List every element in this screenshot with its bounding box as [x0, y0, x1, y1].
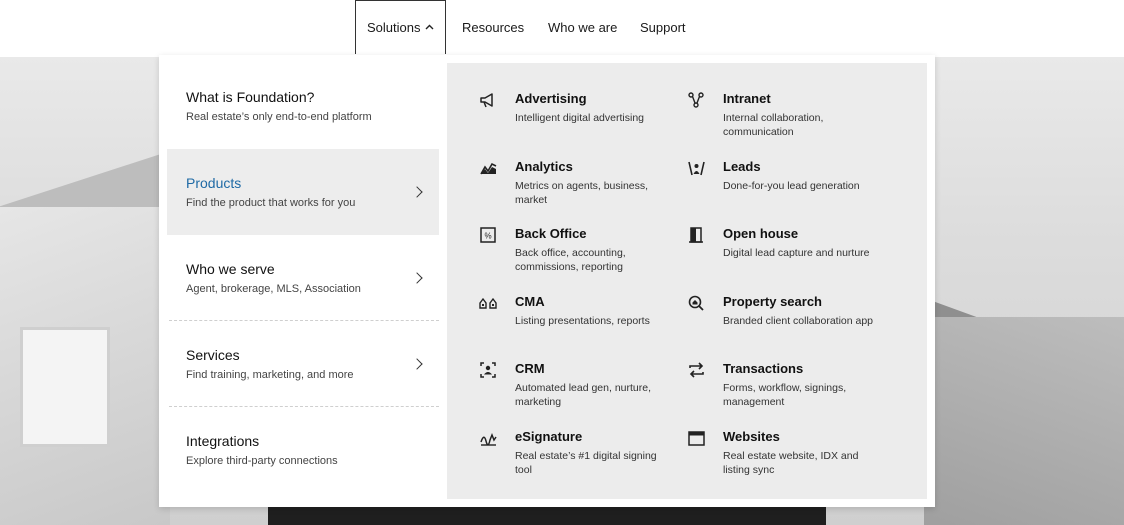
product-title: Intranet: [723, 91, 771, 106]
product-title: CMA: [515, 294, 545, 309]
house-right: [924, 317, 1124, 525]
menu-item-title: Services: [186, 347, 240, 363]
menu-item-subtitle: Explore third-party connections: [186, 455, 338, 467]
product-description: Metrics on agents, business, market: [515, 180, 649, 206]
product-title: Back Office: [515, 226, 587, 241]
nav-support[interactable]: Support: [640, 0, 686, 54]
product-description: Done-for-you lead generation: [723, 180, 860, 192]
product-title: Advertising: [515, 91, 587, 106]
house-window: [20, 327, 110, 447]
menu-item-services[interactable]: Services Find training, marketing, and m…: [167, 321, 439, 407]
solutions-dropdown: What is Foundation? Real estate’s only e…: [159, 55, 935, 507]
door-icon: [687, 226, 705, 244]
menu-item-title: Products: [186, 175, 242, 191]
chevron-up-icon: [425, 22, 434, 33]
product-description: Listing presentations, reports: [515, 315, 650, 327]
menu-item-subtitle: Agent, brokerage, MLS, Association: [186, 283, 361, 295]
network-icon: [687, 91, 705, 109]
menu-item-title: Who we serve: [186, 261, 275, 277]
product-description: Intelligent digital advertising: [515, 112, 644, 124]
menu-item-integrations[interactable]: Integrations Explore third-party connect…: [167, 407, 439, 493]
product-description: Branded client collaboration app: [723, 315, 874, 327]
product-title: Transactions: [723, 361, 804, 376]
leads-icon: [687, 159, 705, 177]
top-navigation: Solutions Resources Who we are Support: [0, 0, 1124, 57]
home-search-icon: [687, 294, 705, 312]
product-description: Automated lead gen, nurture, marketing: [515, 382, 652, 408]
percent-doc-icon: %: [479, 226, 497, 244]
menu-item-who-we-serve[interactable]: Who we serve Agent, brokerage, MLS, Asso…: [167, 235, 439, 321]
menu-item-what-is-foundation[interactable]: What is Foundation? Real estate’s only e…: [167, 63, 439, 149]
product-title: Leads: [723, 159, 761, 174]
menu-item-subtitle: Find the product that works for you: [186, 197, 356, 209]
product-description: Digital lead capture and nurture: [723, 247, 870, 259]
menu-item-subtitle: Real estate’s only end-to-end platform: [186, 111, 372, 123]
menu-item-title: What is Foundation?: [186, 89, 315, 105]
product-title: Websites: [723, 429, 780, 444]
nav-support-label: Support: [640, 19, 686, 35]
product-title: Analytics: [515, 159, 573, 174]
product-description: Forms, workflow, signings, management: [723, 382, 847, 408]
contact-icon: [479, 361, 497, 379]
product-description: Back office, accounting, commissions, re…: [515, 247, 626, 273]
megaphone-icon: [479, 91, 497, 109]
product-title: Open house: [723, 226, 799, 241]
svg-text:%: %: [484, 232, 491, 241]
menu-item-subtitle: Find training, marketing, and more: [186, 369, 354, 381]
menu-item-products[interactable]: Products Find the product that works for…: [167, 149, 439, 235]
products-panel: Advertising Intelligent digital advertis…: [447, 63, 927, 499]
nav-resources[interactable]: Resources: [462, 0, 524, 54]
analytics-icon: [479, 159, 497, 177]
nav-who-we-are-label: Who we are: [548, 19, 618, 35]
product-title: Property search: [723, 294, 822, 309]
product-description: Internal collaboration, communication: [723, 112, 824, 138]
menu-item-title: Integrations: [186, 433, 260, 449]
product-description: Real estate’s #1 digital signing tool: [515, 450, 657, 476]
dropdown-left-menu: What is Foundation? Real estate’s only e…: [167, 63, 439, 493]
product-description: Real estate website, IDX and listing syn…: [723, 450, 859, 476]
compare-icon: [479, 294, 497, 312]
browser-icon: [687, 429, 705, 447]
swap-icon: [687, 361, 705, 379]
nav-resources-label: Resources: [462, 19, 525, 35]
signature-icon: [479, 429, 497, 447]
nav-who-we-are[interactable]: Who we are: [548, 0, 617, 54]
product-title: CRM: [515, 361, 545, 376]
nav-solutions-label: Solutions: [367, 20, 421, 35]
product-title: eSignature: [515, 429, 583, 444]
